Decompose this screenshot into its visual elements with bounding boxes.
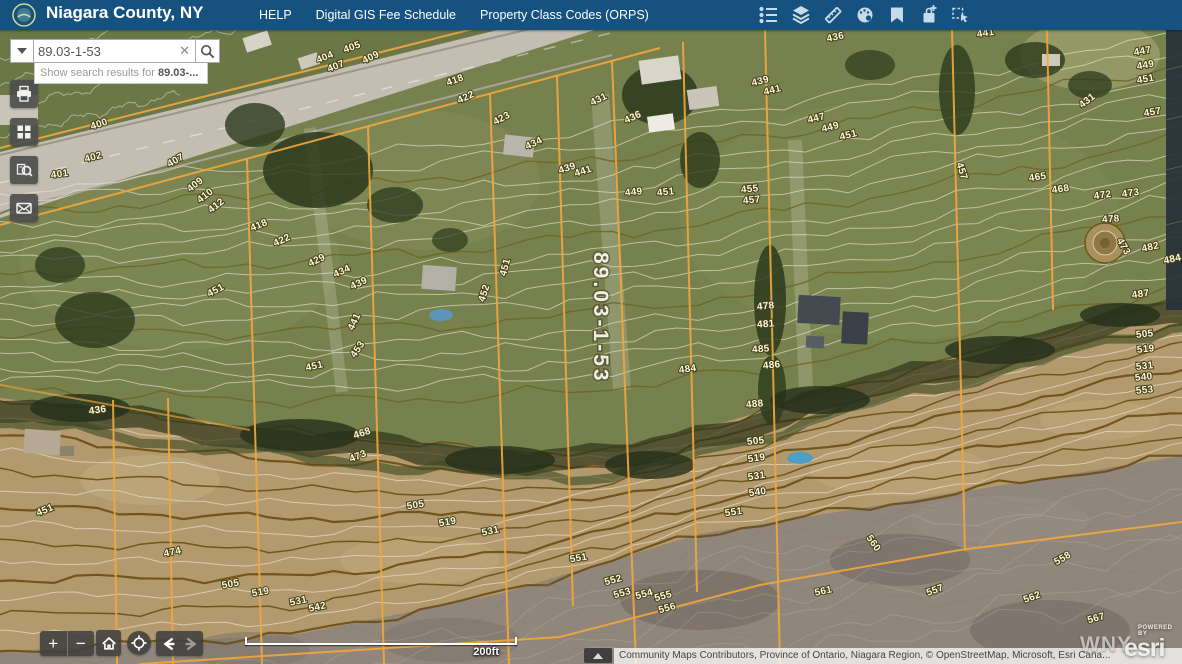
contour-label: 485 bbox=[752, 343, 770, 355]
map-canvas[interactable]: 4004024014074094104124044054074094184224… bbox=[0, 0, 1182, 664]
chevron-up-icon bbox=[593, 653, 603, 659]
header-links: HELP Digital GIS Fee Schedule Property C… bbox=[259, 0, 649, 30]
printer-icon bbox=[14, 84, 34, 104]
attribution-expand-button[interactable] bbox=[584, 648, 612, 663]
home-icon bbox=[100, 634, 118, 652]
query-search-icon bbox=[14, 160, 34, 180]
bookmark-icon[interactable] bbox=[886, 4, 908, 26]
select-icon[interactable] bbox=[950, 4, 972, 26]
page-title: Niagara County, NY bbox=[46, 3, 203, 23]
zoom-out-button[interactable]: − bbox=[68, 631, 95, 656]
search-input-box: ✕ bbox=[34, 39, 196, 63]
search-button[interactable] bbox=[196, 39, 220, 63]
contour-label: 553 bbox=[1135, 384, 1154, 397]
basemap-gallery-button[interactable] bbox=[10, 118, 38, 146]
extent-navigation bbox=[156, 631, 203, 656]
contour-label: 481 bbox=[757, 318, 775, 330]
print-button[interactable] bbox=[10, 80, 38, 108]
parcel-id-label: 89.03-1-53 bbox=[589, 252, 612, 384]
contour-label: 486 bbox=[762, 359, 781, 372]
scale-label: 200ft bbox=[473, 646, 499, 658]
my-location-button[interactable] bbox=[127, 631, 151, 655]
widget-toolbar bbox=[758, 0, 972, 30]
layers-icon[interactable] bbox=[790, 4, 812, 26]
clear-search-icon[interactable]: ✕ bbox=[174, 43, 195, 59]
fee-schedule-link[interactable]: Digital GIS Fee Schedule bbox=[316, 8, 456, 22]
pool bbox=[429, 309, 453, 321]
app-window: 4004024014074094104124044054074094184224… bbox=[0, 0, 1182, 664]
envelope-icon bbox=[14, 198, 34, 218]
contour-label: 488 bbox=[745, 398, 764, 411]
search-widget: ✕ Show search results for 89.03-... bbox=[10, 39, 220, 63]
draw-icon[interactable] bbox=[854, 4, 876, 26]
property-class-codes-link[interactable]: Property Class Codes (ORPS) bbox=[480, 8, 649, 22]
legend-icon[interactable] bbox=[758, 4, 780, 26]
search-suggestion[interactable]: Show search results for 89.03-... bbox=[34, 63, 208, 84]
query-button[interactable] bbox=[10, 156, 38, 184]
chevron-down-icon bbox=[17, 48, 27, 54]
search-icon bbox=[200, 44, 215, 59]
suggestion-term: 89.03-... bbox=[158, 67, 198, 79]
contour-label: 478 bbox=[756, 300, 775, 313]
zoom-control: + − bbox=[40, 631, 94, 656]
contour-label: 505 bbox=[1135, 328, 1154, 341]
contour-label: 449 bbox=[624, 186, 643, 199]
contour-label: 451 bbox=[656, 186, 675, 199]
pool bbox=[787, 452, 813, 464]
contour-label: 505 bbox=[746, 435, 765, 448]
zoom-in-button[interactable]: + bbox=[40, 631, 68, 656]
basemap-grid-icon bbox=[14, 122, 34, 142]
contour-label: 457 bbox=[742, 194, 761, 207]
edge-shadow bbox=[1166, 30, 1182, 310]
contour-label: 519 bbox=[1136, 343, 1155, 356]
scale-bar: 200ft bbox=[245, 640, 517, 656]
locate-icon bbox=[130, 634, 148, 652]
notify-button[interactable] bbox=[10, 194, 38, 222]
esri-logo: POWERED BY esri bbox=[1124, 625, 1182, 659]
search-dropdown-button[interactable] bbox=[10, 39, 34, 63]
contour-label: 540 bbox=[1134, 371, 1153, 384]
home-extent-button[interactable] bbox=[96, 630, 121, 656]
esri-wordmark: esri bbox=[1124, 637, 1182, 659]
header-bar: Niagara County, NY HELP Digital GIS Fee … bbox=[0, 0, 1182, 30]
help-link[interactable]: HELP bbox=[259, 8, 292, 22]
county-seal-logo bbox=[12, 3, 36, 27]
next-extent-icon[interactable] bbox=[180, 635, 202, 653]
contour-label: 478 bbox=[1102, 213, 1120, 225]
add-data-icon[interactable] bbox=[918, 4, 940, 26]
previous-extent-icon[interactable] bbox=[158, 635, 180, 653]
measure-icon[interactable] bbox=[822, 4, 844, 26]
search-input[interactable] bbox=[34, 44, 174, 59]
suggestion-text: Show search results for bbox=[40, 67, 158, 79]
